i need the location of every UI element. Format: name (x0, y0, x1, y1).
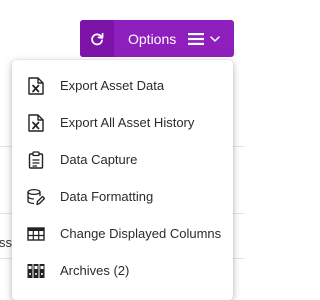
menu-item-export-all-asset-history[interactable]: Export All Asset History (12, 104, 233, 141)
options-label: Options (128, 30, 177, 47)
menu-item-label: Archives (2) (60, 263, 130, 278)
menu-item-label: Export Asset Data (60, 78, 165, 93)
menu-item-archives[interactable]: Archives (2) (12, 252, 233, 289)
options-icons (188, 32, 220, 45)
menu-item-label: Export All Asset History (60, 115, 195, 130)
clipboard-icon (26, 150, 46, 170)
menu-item-label: Data Formatting (60, 189, 154, 204)
refresh-icon (91, 32, 104, 45)
background-cut-off-text: ss (0, 235, 12, 250)
refresh-button[interactable] (80, 20, 114, 57)
options-dropdown-button[interactable]: Options (114, 20, 234, 57)
excel-file-icon (26, 113, 46, 133)
menu-item-change-displayed-columns[interactable]: Change Displayed Columns (12, 215, 233, 252)
hamburger-menu-icon (188, 32, 204, 45)
menu-item-label: Data Capture (60, 152, 138, 167)
menu-item-export-asset-data[interactable]: Export Asset Data (12, 67, 233, 104)
chevron-down-icon (210, 35, 220, 42)
table-columns-icon (26, 224, 46, 244)
options-toolbar: Options (80, 20, 234, 57)
menu-item-data-capture[interactable]: Data Capture (12, 141, 233, 178)
options-dropdown-menu: Export Asset Data Export All Asset Histo… (12, 60, 233, 300)
archive-binders-icon (26, 261, 46, 281)
menu-item-label: Change Displayed Columns (60, 226, 222, 241)
menu-item-data-formatting[interactable]: Data Formatting (12, 178, 233, 215)
excel-file-icon (26, 76, 46, 96)
database-edit-icon (26, 187, 46, 207)
